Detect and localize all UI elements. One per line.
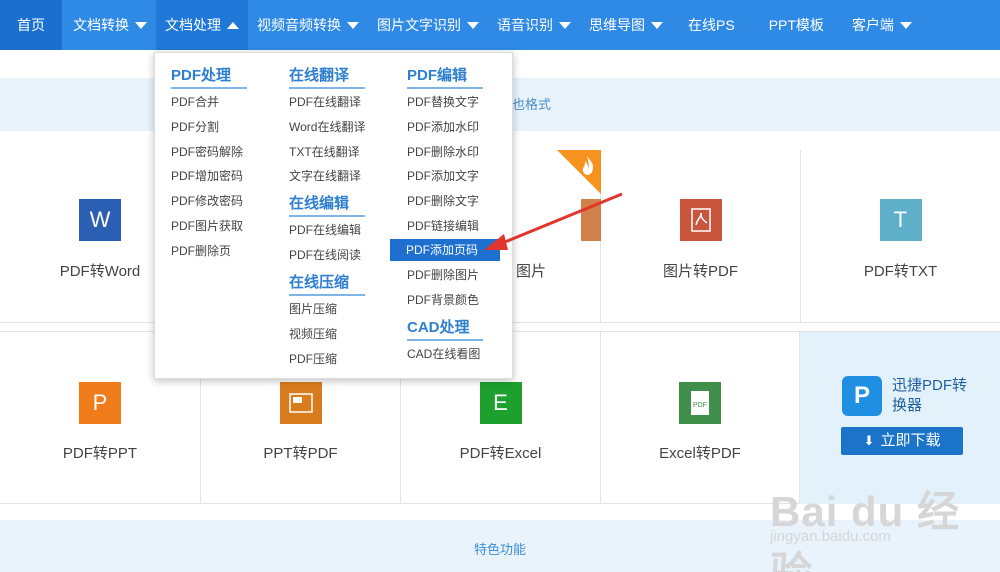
menu-item[interactable]: PDF删除水印 — [407, 141, 479, 163]
app-logo-icon: P — [842, 376, 882, 416]
doc-process-dropdown: PDF处理 PDF合并 PDF分割 PDF密码解除 PDF增加密码 PDF修改密… — [154, 52, 513, 379]
menu-item[interactable]: PDF增加密码 — [171, 165, 243, 187]
nav-ppt-template-label: PPT模板 — [768, 17, 824, 33]
nav-speech-label: 语音识别 — [497, 17, 553, 33]
menu-item[interactable]: TXT在线翻译 — [289, 141, 360, 163]
txt-icon: T — [879, 199, 922, 241]
chevron-down-icon — [347, 21, 359, 29]
pdf-icon — [679, 199, 722, 241]
tool-image-to-pdf[interactable]: 图片转PDF — [601, 150, 801, 323]
promo-title: 迅捷PDF转换器 — [892, 377, 968, 414]
tool-label: PPT转PDF — [263, 445, 338, 462]
tool-label: 图片转PDF — [662, 263, 738, 280]
bottom-banner-text: 特色功能 — [473, 542, 526, 557]
chevron-up-icon — [227, 21, 239, 29]
menu-item[interactable]: PDF背景颜色 — [407, 289, 479, 311]
tool-pdf-to-txt[interactable]: T PDF转TXT — [801, 150, 1000, 323]
nav-client-label: 客户端 — [851, 17, 894, 33]
chevron-down-icon — [651, 21, 663, 29]
dropdown-heading-pdf-edit: PDF编辑 — [407, 67, 468, 84]
menu-item[interactable]: PDF在线编辑 — [289, 219, 361, 241]
watermark-url: jingyan.baidu.com — [770, 528, 891, 545]
nav-image-ocr[interactable]: 图片文字识别 — [368, 0, 488, 50]
nav-doc-convert-label: 文档转换 — [73, 17, 129, 33]
nav-home[interactable]: 首页 — [0, 0, 62, 50]
heading-rule — [171, 87, 247, 89]
nav-image-ocr-label: 图片文字识别 — [377, 17, 461, 33]
excel-pdf-icon-text: PDF — [693, 402, 707, 409]
top-nav: 首页 文档转换 文档处理 视频音频转换 图片文字识别 语音识别 思维导图 在线P… — [0, 0, 1000, 50]
download-button-label: 立即下载 — [880, 432, 941, 449]
heading-rule — [289, 294, 365, 296]
menu-item[interactable]: PDF替换文字 — [407, 91, 479, 113]
dropdown-heading-cad: CAD处理 — [407, 319, 470, 336]
dropdown-heading-edit: 在线编辑 — [289, 195, 350, 212]
menu-item[interactable]: PDF删除图片 — [407, 264, 479, 286]
excel-icon: E — [479, 382, 522, 424]
menu-item[interactable]: 文字在线翻译 — [289, 165, 361, 187]
menu-item[interactable]: PDF在线阅读 — [289, 244, 361, 266]
menu-item[interactable]: PDF删除文字 — [407, 190, 479, 212]
menu-item[interactable]: PDF添加文字 — [407, 165, 479, 187]
tool-label: PDF转PPT — [62, 445, 138, 462]
menu-item[interactable]: PDF添加水印 — [407, 116, 479, 138]
word-icon: W — [79, 199, 121, 241]
ppt-pdf-icon — [279, 382, 322, 424]
menu-item[interactable]: CAD在线看图 — [407, 343, 480, 365]
download-icon: ⬇ — [863, 433, 875, 448]
menu-item[interactable]: PDF在线翻译 — [289, 91, 361, 113]
nav-home-label: 首页 — [17, 17, 45, 33]
menu-item[interactable]: Word在线翻译 — [289, 116, 365, 138]
download-button[interactable]: ⬇ 立即下载 — [841, 427, 963, 455]
menu-item[interactable]: PDF图片获取 — [171, 215, 243, 237]
menu-item[interactable]: PDF删除页 — [171, 240, 231, 262]
menu-item[interactable]: PDF分割 — [171, 116, 219, 138]
menu-item[interactable]: 图片压缩 — [289, 298, 337, 320]
menu-item[interactable]: PDF修改密码 — [171, 190, 243, 212]
chevron-down-icon — [135, 21, 147, 29]
dropdown-heading-translate: 在线翻译 — [289, 67, 350, 84]
nav-video-audio[interactable]: 视频音频转换 — [248, 0, 368, 50]
nav-doc-process[interactable]: 文档处理 — [156, 0, 248, 50]
menu-item[interactable]: PDF合并 — [171, 91, 219, 113]
menu-item[interactable]: 视频压缩 — [289, 323, 337, 345]
nav-mindmap[interactable]: 思维导图 — [580, 0, 672, 50]
watermark-brand: Bai du 经验 — [770, 488, 961, 572]
heading-rule — [407, 339, 483, 341]
excel-pdf-icon: PDF — [679, 382, 721, 424]
tool-label: Excel转PDF — [659, 445, 741, 462]
nav-online-ps[interactable]: 在线PS — [672, 0, 753, 50]
nav-ppt-template[interactable]: PPT模板 — [753, 0, 838, 50]
nav-mindmap-label: 思维导图 — [589, 17, 645, 33]
menu-item[interactable]: PDF密码解除 — [171, 141, 243, 163]
menu-item[interactable]: PDF链接编辑 — [407, 215, 479, 237]
nav-online-ps-label: 在线PS — [688, 17, 735, 33]
menu-item[interactable]: PDF压缩 — [289, 348, 337, 370]
nav-client[interactable]: 客户端 — [838, 0, 921, 50]
heading-rule — [289, 87, 365, 89]
chevron-down-icon — [899, 21, 912, 29]
tool-label: 图片 — [515, 263, 546, 280]
tool-label: PDF转TXT — [863, 263, 938, 280]
annotation-arrow-icon — [484, 192, 623, 250]
dropdown-heading-pdf-process: PDF处理 — [171, 67, 232, 84]
top-banner-text: 也格式 — [512, 97, 552, 112]
watermark: Bai du 经验 jingyan.baidu.com — [770, 478, 990, 572]
heading-rule — [289, 215, 365, 217]
chevron-down-icon — [467, 21, 479, 29]
dropdown-heading-compress: 在线压缩 — [289, 274, 350, 291]
tool-label: PDF转Excel — [459, 445, 542, 462]
heading-rule — [407, 87, 483, 89]
ppt-icon: P — [79, 382, 121, 424]
nav-doc-process-label: 文档处理 — [165, 17, 221, 33]
nav-video-audio-label: 视频音频转换 — [257, 17, 341, 33]
nav-speech[interactable]: 语音识别 — [488, 0, 580, 50]
nav-doc-convert[interactable]: 文档转换 — [62, 0, 156, 50]
chevron-down-icon — [559, 21, 571, 29]
